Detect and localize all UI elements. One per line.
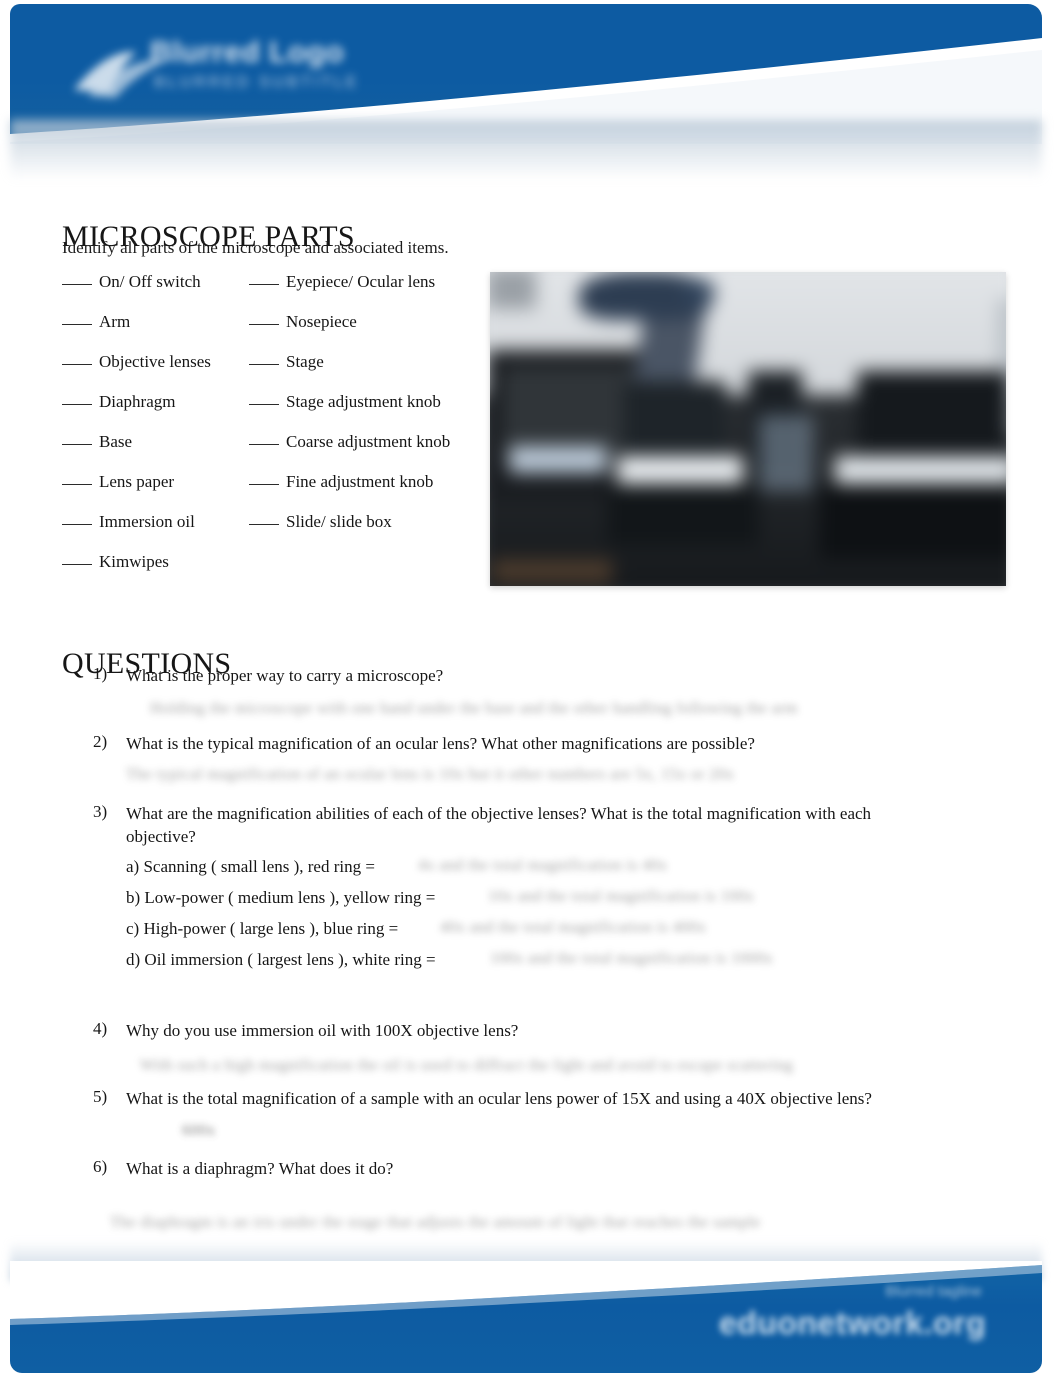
answer-blank[interactable]	[249, 524, 279, 525]
list-item[interactable]: Slide/ slide box	[249, 512, 499, 552]
parts-list-right-column: Eyepiece/ Ocular lens Nosepiece Stage St…	[249, 272, 499, 552]
question-number: 5)	[93, 1087, 108, 1106]
question-3d-label: d) Oil immersion ( largest lens ), white…	[126, 950, 436, 969]
list-item[interactable]: Objective lenses	[62, 352, 262, 392]
page-footer-banner: Blurred tagline eduonetwork.org	[10, 1261, 1042, 1373]
answer-blank[interactable]	[62, 324, 92, 325]
question-3c-label: c) High-power ( large lens ), blue ring …	[126, 919, 399, 938]
answer-blank[interactable]	[62, 484, 92, 485]
question-number: 6)	[93, 1157, 108, 1176]
question-text: What is the typical magnification of an …	[126, 734, 755, 753]
question-text: What is the proper way to carry a micros…	[126, 666, 444, 685]
answer-3a[interactable]: 4x and the total magnification is 40x	[418, 857, 667, 875]
answer-blank[interactable]	[249, 324, 279, 325]
part-label: Eyepiece/ Ocular lens	[286, 272, 436, 291]
part-label: Diaphragm	[99, 392, 176, 411]
answer-blank[interactable]	[62, 524, 92, 525]
answer-blank[interactable]	[249, 404, 279, 405]
answer-6[interactable]: The diaphragm is an iris under the stage…	[110, 1214, 761, 1232]
part-label: Kimwipes	[99, 552, 169, 571]
answer-blank[interactable]	[62, 404, 92, 405]
answer-blank[interactable]	[249, 484, 279, 485]
part-label: Fine adjustment knob	[286, 472, 434, 491]
question-text: What are the magnification abilities of …	[126, 804, 872, 847]
parts-list-left-column: On/ Off switch Arm Objective lenses Diap…	[62, 272, 262, 592]
list-item[interactable]: Nosepiece	[249, 312, 499, 352]
answer-3d[interactable]: 100x and the total magnification is 1000…	[490, 950, 773, 968]
question-number: 4)	[93, 1019, 108, 1038]
list-item[interactable]: Coarse adjustment knob	[249, 432, 499, 472]
question-1: 1) What is the proper way to carry a mic…	[93, 664, 973, 687]
list-item[interactable]: Arm	[62, 312, 262, 352]
part-label: Base	[99, 432, 133, 451]
question-3b-label: b) Low-power ( medium lens ), yellow rin…	[126, 888, 436, 907]
answer-5[interactable]: 600x	[182, 1122, 216, 1140]
part-label: Slide/ slide box	[286, 512, 392, 531]
list-item[interactable]: Eyepiece/ Ocular lens	[249, 272, 499, 312]
list-item[interactable]: Fine adjustment knob	[249, 472, 499, 512]
question-4: 4) Why do you use immersion oil with 100…	[93, 1019, 973, 1042]
microscope-photograph	[490, 272, 1006, 586]
list-item[interactable]: On/ Off switch	[62, 272, 262, 312]
question-6: 6) What is a diaphragm? What does it do?	[93, 1157, 973, 1180]
answer-blank[interactable]	[249, 444, 279, 445]
part-label: Nosepiece	[286, 312, 357, 331]
part-label: Objective lenses	[99, 352, 211, 371]
list-item[interactable]: Immersion oil	[62, 512, 262, 552]
question-number: 2)	[93, 732, 108, 751]
question-5: 5) What is the total magnification of a …	[93, 1087, 993, 1110]
list-item[interactable]: Lens paper	[62, 472, 262, 512]
question-2: 2) What is the typical magnification of …	[93, 732, 993, 755]
answer-2[interactable]: The typical magnification of an ocular l…	[126, 766, 734, 784]
question-number: 3)	[93, 802, 108, 821]
list-item[interactable]: Kimwipes	[62, 552, 262, 592]
question-text: Why do you use immersion oil with 100X o…	[126, 1021, 519, 1040]
answer-3b[interactable]: 10x and the total magnification is 100x	[488, 888, 754, 906]
question-text: What is a diaphragm? What does it do?	[126, 1159, 394, 1178]
answer-blank[interactable]	[62, 364, 92, 365]
document-content: MICROSCOPE PARTS Identify all parts of t…	[0, 0, 1062, 1377]
question-number: 1)	[93, 664, 108, 683]
answer-3c[interactable]: 40x and the total magnification is 400x	[440, 919, 706, 937]
question-text: What is the total magnification of a sam…	[126, 1089, 872, 1108]
footer-url[interactable]: eduonetwork.org	[719, 1305, 986, 1342]
footer-tagline: Blurred tagline	[885, 1283, 982, 1300]
list-item[interactable]: Stage adjustment knob	[249, 392, 499, 432]
part-label: Stage adjustment knob	[286, 392, 441, 411]
question-3: 3) What are the magnification abilities …	[93, 802, 903, 849]
part-label: On/ Off switch	[99, 272, 201, 291]
answer-1[interactable]: Holding the microscope with one hand und…	[150, 700, 798, 718]
answer-blank[interactable]	[62, 564, 92, 565]
part-label: Lens paper	[99, 472, 175, 491]
question-3a-label: a) Scanning ( small lens ), red ring =	[126, 857, 375, 876]
part-label: Coarse adjustment knob	[286, 432, 451, 451]
answer-blank[interactable]	[62, 284, 92, 285]
list-item[interactable]: Diaphragm	[62, 392, 262, 432]
answer-blank[interactable]	[249, 364, 279, 365]
photo-blur-layer	[490, 272, 1006, 586]
list-item[interactable]: Base	[62, 432, 262, 472]
parts-instruction-text: Identify all parts of the microscope and…	[62, 238, 449, 257]
part-label: Arm	[99, 312, 131, 331]
answer-4[interactable]: With such a high magnification the oil i…	[140, 1057, 793, 1075]
list-item[interactable]: Stage	[249, 352, 499, 392]
answer-blank[interactable]	[62, 444, 92, 445]
answer-blank[interactable]	[249, 284, 279, 285]
part-label: Immersion oil	[99, 512, 195, 531]
part-label: Stage	[286, 352, 324, 371]
